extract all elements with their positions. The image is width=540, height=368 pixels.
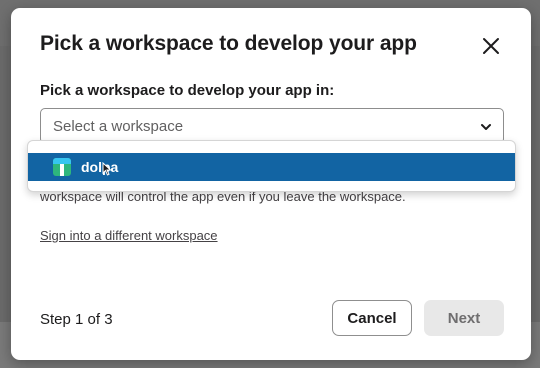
workspace-select[interactable]: Select a workspace [40, 108, 504, 144]
workspace-field-label: Pick a workspace to develop your app in: [40, 82, 335, 99]
workspace-logo-icon [53, 158, 71, 176]
step-indicator: Step 1 of 3 [40, 311, 113, 328]
chevron-down-icon [481, 124, 491, 130]
workspace-select-placeholder: Select a workspace [53, 118, 184, 135]
workspace-dropdown-menu: dolpa [27, 140, 516, 192]
sign-in-different-workspace-link[interactable]: Sign into a different workspace [40, 228, 218, 243]
workspace-option-label: dolpa [81, 159, 119, 175]
mouse-cursor-icon [102, 162, 112, 176]
modal-title: Pick a workspace to develop your app [40, 32, 417, 55]
cancel-button[interactable]: Cancel [332, 300, 412, 336]
close-icon [483, 38, 499, 54]
close-button[interactable] [479, 34, 503, 58]
next-button[interactable]: Next [424, 300, 504, 336]
